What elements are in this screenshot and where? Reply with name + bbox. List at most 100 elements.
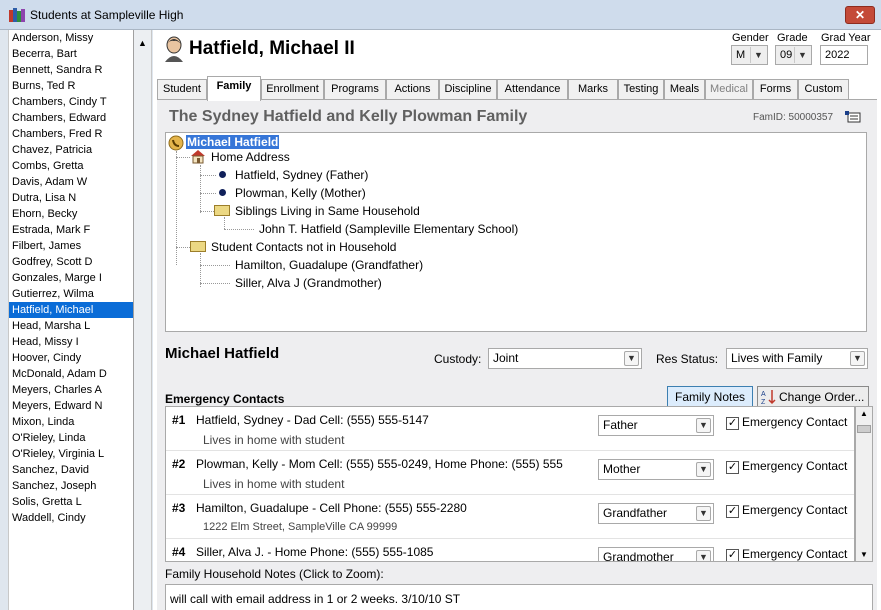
tab-testing[interactable]: Testing bbox=[618, 79, 664, 100]
student-list-item[interactable]: Burns, Ted R bbox=[9, 78, 133, 94]
student-list-item[interactable]: O'Rieley, Linda bbox=[9, 430, 133, 446]
student-list-item[interactable]: Sanchez, Joseph bbox=[9, 478, 133, 494]
student-list-item[interactable]: Anderson, Missy bbox=[9, 30, 133, 46]
student-list-item[interactable]: Bennett, Sandra R bbox=[9, 62, 133, 78]
family-tree[interactable]: Michael Hatfield Home Address Hatfield, … bbox=[165, 132, 867, 332]
emergency-contact-row[interactable]: #2 Plowman, Kelly - Mom Cell: (555) 555-0… bbox=[166, 451, 854, 495]
student-list-item[interactable]: Meyers, Edward N bbox=[9, 398, 133, 414]
student-list-item[interactable]: Hoover, Cindy bbox=[9, 350, 133, 366]
emergency-contact-checkbox[interactable]: ✓ bbox=[726, 549, 739, 561]
contact-phone-text: Hatfield, Sydney - Dad Cell: (555) 555-5… bbox=[196, 413, 429, 427]
emergency-contact-checkbox[interactable]: ✓ bbox=[726, 417, 739, 430]
gender-select[interactable]: M ▼ bbox=[731, 45, 768, 65]
tab-meals[interactable]: Meals bbox=[664, 79, 705, 100]
relationship-select[interactable]: Grandfather ▼ bbox=[598, 503, 714, 524]
tab-actions[interactable]: Actions bbox=[386, 79, 439, 100]
res-status-select[interactable]: Lives with Family ▼ bbox=[726, 348, 868, 369]
tree-node-home-address[interactable]: Home Address bbox=[211, 150, 290, 164]
student-list-item[interactable]: O'Rieley, Virginia L bbox=[9, 446, 133, 462]
relationship-select[interactable]: Father ▼ bbox=[598, 415, 714, 436]
scrollbar-thumb[interactable] bbox=[857, 425, 871, 433]
emergency-contact-row[interactable]: #4 Siller, Alva J. - Home Phone: (555) 55… bbox=[166, 539, 854, 561]
student-list-item[interactable]: Davis, Adam W bbox=[9, 174, 133, 190]
student-list-item[interactable]: Becerra, Bart bbox=[9, 46, 133, 62]
relationship-select[interactable]: Grandmother ▼ bbox=[598, 547, 714, 561]
tab-attendance[interactable]: Attendance bbox=[497, 79, 568, 100]
parent-bullet-icon bbox=[219, 189, 226, 196]
parent-bullet-icon bbox=[219, 171, 226, 178]
student-list-scrollbar[interactable]: ▲ bbox=[134, 30, 152, 610]
tree-node-siblings[interactable]: Siblings Living in Same Household bbox=[235, 204, 420, 218]
emergency-contact-checkbox[interactable]: ✓ bbox=[726, 461, 739, 474]
family-title: The Sydney Hatfield and Kelly Plowman Fa… bbox=[169, 108, 528, 125]
tree-node-sibling[interactable]: John T. Hatfield (Sampleville Elementary… bbox=[259, 222, 518, 236]
tree-node-parent1[interactable]: Hatfield, Sydney (Father) bbox=[235, 168, 368, 182]
tab-family[interactable]: Family bbox=[207, 76, 261, 101]
res-status-label: Res Status: bbox=[656, 352, 719, 366]
grade-select[interactable]: 09 ▼ bbox=[775, 45, 812, 65]
student-list[interactable]: Anderson, Missy Becerra, Bart Bennett, San… bbox=[8, 30, 134, 610]
scroll-up-arrow-icon[interactable]: ▲ bbox=[860, 409, 868, 418]
contact-phone-text: Hamilton, Guadalupe - Cell Phone: (555) … bbox=[196, 501, 467, 515]
student-list-item[interactable]: Gutierrez, Wilma bbox=[9, 286, 133, 302]
emergency-contact-row[interactable]: #3 Hamilton, Guadalupe - Cell Phone: (555… bbox=[166, 495, 854, 539]
student-list-item[interactable]: Chambers, Fred R bbox=[9, 126, 133, 142]
student-list-item[interactable]: McDonald, Adam D bbox=[9, 366, 133, 382]
student-list-item[interactable]: Meyers, Charles A bbox=[9, 382, 133, 398]
contact-number: #4 bbox=[172, 545, 186, 559]
tab-forms[interactable]: Forms bbox=[753, 79, 798, 100]
student-list-item[interactable]: Solis, Gretta L bbox=[9, 494, 133, 510]
tab-custom[interactable]: Custom bbox=[798, 79, 849, 100]
tab-enrollment[interactable]: Enrollment bbox=[261, 79, 324, 100]
contacts-scrollbar[interactable]: ▲ ▼ bbox=[855, 406, 873, 562]
contact-phone-text: Siller, Alva J. - Home Phone: (555) 555-… bbox=[196, 545, 434, 559]
student-list-item[interactable]: Sanchez, David bbox=[9, 462, 133, 478]
student-list-item[interactable]: Waddell, Cindy bbox=[9, 510, 133, 526]
tree-node-parent2[interactable]: Plowman, Kelly (Mother) bbox=[235, 186, 366, 200]
contact-subtext: 1222 Elm Street, SampleVille CA 99999 bbox=[203, 521, 398, 533]
student-list-item[interactable]: Head, Marsha L bbox=[9, 318, 133, 334]
family-notes-button[interactable]: Family Notes bbox=[667, 386, 753, 408]
student-list-item[interactable]: Head, Missy I bbox=[9, 334, 133, 350]
tab-student[interactable]: Student bbox=[157, 79, 207, 100]
tab-discipline[interactable]: Discipline bbox=[439, 79, 497, 100]
tree-connector bbox=[200, 175, 216, 176]
chevron-down-icon: ▼ bbox=[750, 47, 766, 63]
tree-node-student[interactable]: Michael Hatfield bbox=[186, 135, 280, 149]
student-name-heading: Hatfield, Michael II bbox=[189, 38, 355, 59]
chevron-down-icon: ▼ bbox=[696, 506, 711, 521]
tree-node-contact2[interactable]: Siller, Alva J (Grandmother) bbox=[235, 276, 382, 290]
custody-select[interactable]: Joint ▼ bbox=[488, 348, 642, 369]
tab-medical[interactable]: Medical bbox=[705, 79, 753, 100]
student-list-item[interactable]: Chavez, Patricia bbox=[9, 142, 133, 158]
title-bar: Students at Sampleville High ✕ bbox=[0, 0, 881, 30]
student-list-item[interactable]: Ehorn, Becky bbox=[9, 206, 133, 222]
student-list-item[interactable]: Estrada, Mark F bbox=[9, 222, 133, 238]
change-order-button[interactable]: A Z Change Order... bbox=[757, 386, 869, 408]
emergency-contact-label: Emergency Contact bbox=[742, 415, 848, 429]
scroll-up-arrow-icon[interactable]: ▲ bbox=[138, 38, 147, 48]
emergency-contact-row[interactable]: #1 Hatfield, Sydney - Dad Cell: (555) 555… bbox=[166, 407, 854, 451]
student-list-item[interactable]: Chambers, Cindy T bbox=[9, 94, 133, 110]
student-list-item[interactable]: Dutra, Lisa N bbox=[9, 190, 133, 206]
student-list-item[interactable]: Filbert, James bbox=[9, 238, 133, 254]
close-button[interactable]: ✕ bbox=[845, 6, 875, 24]
student-list-item[interactable]: Gonzales, Marge I bbox=[9, 270, 133, 286]
student-list-item[interactable]: Combs, Gretta bbox=[9, 158, 133, 174]
scroll-down-arrow-icon[interactable]: ▼ bbox=[860, 550, 868, 559]
student-list-item[interactable]: Hatfield, Michael bbox=[9, 302, 133, 318]
relationship-select[interactable]: Mother ▼ bbox=[598, 459, 714, 480]
family-menu-icon[interactable] bbox=[845, 111, 861, 123]
emergency-contact-checkbox[interactable]: ✓ bbox=[726, 505, 739, 518]
tab-programs[interactable]: Programs bbox=[324, 79, 386, 100]
tab-marks[interactable]: Marks bbox=[568, 79, 618, 100]
student-list-item[interactable]: Mixon, Linda bbox=[9, 414, 133, 430]
tree-node-contacts[interactable]: Student Contacts not in Household bbox=[211, 240, 396, 254]
custody-label: Custody: bbox=[434, 352, 482, 366]
tree-node-contact1[interactable]: Hamilton, Guadalupe (Grandfather) bbox=[235, 258, 423, 272]
grad-year-field[interactable]: 2022 bbox=[820, 45, 868, 65]
student-list-item[interactable]: Chambers, Edward bbox=[9, 110, 133, 126]
student-list-item[interactable]: Godfrey, Scott D bbox=[9, 254, 133, 270]
tree-connector bbox=[224, 217, 225, 229]
family-notes-field[interactable]: will call with email address in 1 or 2 w… bbox=[165, 584, 873, 610]
